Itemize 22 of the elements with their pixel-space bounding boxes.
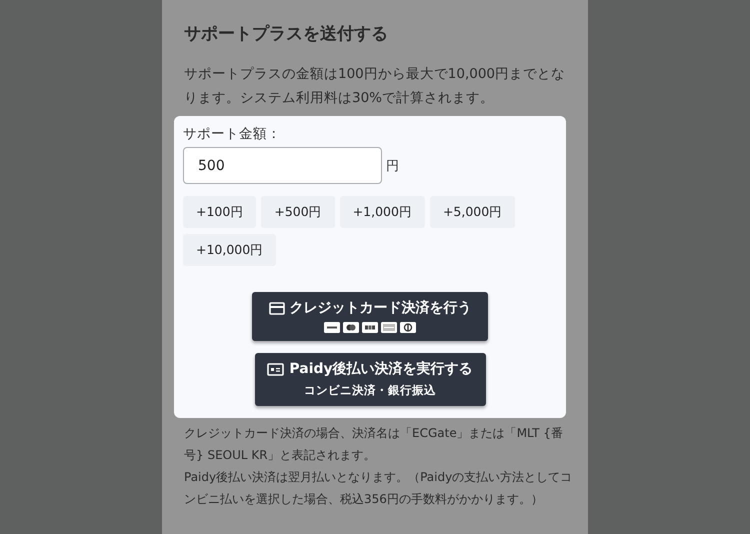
button-subtitle: コンビニ決済・銀行振込: [304, 383, 436, 398]
note-text: クレジットカード決済の場合、決済名は「ECGate」または「MLT {番号} SEOUL KR」と表記されます。: [184, 425, 564, 464]
paidy-payment-button[interactable]: Paidy後払い決済を実行する コンビニ決済・銀行振込: [254, 353, 486, 406]
card-brand-icon: [343, 322, 359, 333]
credit-card-payment-button[interactable]: クレジットカード決済を行う: [252, 292, 488, 341]
card-brand-icon: [400, 322, 416, 333]
dialog-title: サポートプラスを送付する: [184, 23, 389, 46]
note-text: Paidy後払い決済は翌月払いとなります。（Paidyの支払い方法としてコンビニ払いを選択した場合、税込356円の手数料がかかります。）: [184, 469, 574, 508]
add-amount-button[interactable]: +10,000円: [183, 234, 276, 266]
add-amount-button[interactable]: +100円: [183, 196, 256, 228]
amount-label: サポート金額：: [183, 125, 282, 144]
card-brand-icon: [362, 322, 378, 333]
currency-unit: 円: [386, 158, 399, 174]
card-brand-icon: [381, 322, 397, 333]
credit-card-icon: [268, 302, 284, 314]
card-brand-icon: [324, 322, 340, 333]
id-card-icon: [267, 362, 284, 376]
intro-text: サポートプラスの金額は100円から最大で10,000円までとなります。システム利用料は30%で計算されます。: [184, 65, 566, 108]
amount-input[interactable]: 500: [183, 147, 382, 184]
add-amount-button[interactable]: +5,000円: [430, 196, 516, 228]
add-amount-button[interactable]: +1,000円: [340, 196, 425, 228]
add-amount-button[interactable]: +500円: [261, 196, 335, 228]
